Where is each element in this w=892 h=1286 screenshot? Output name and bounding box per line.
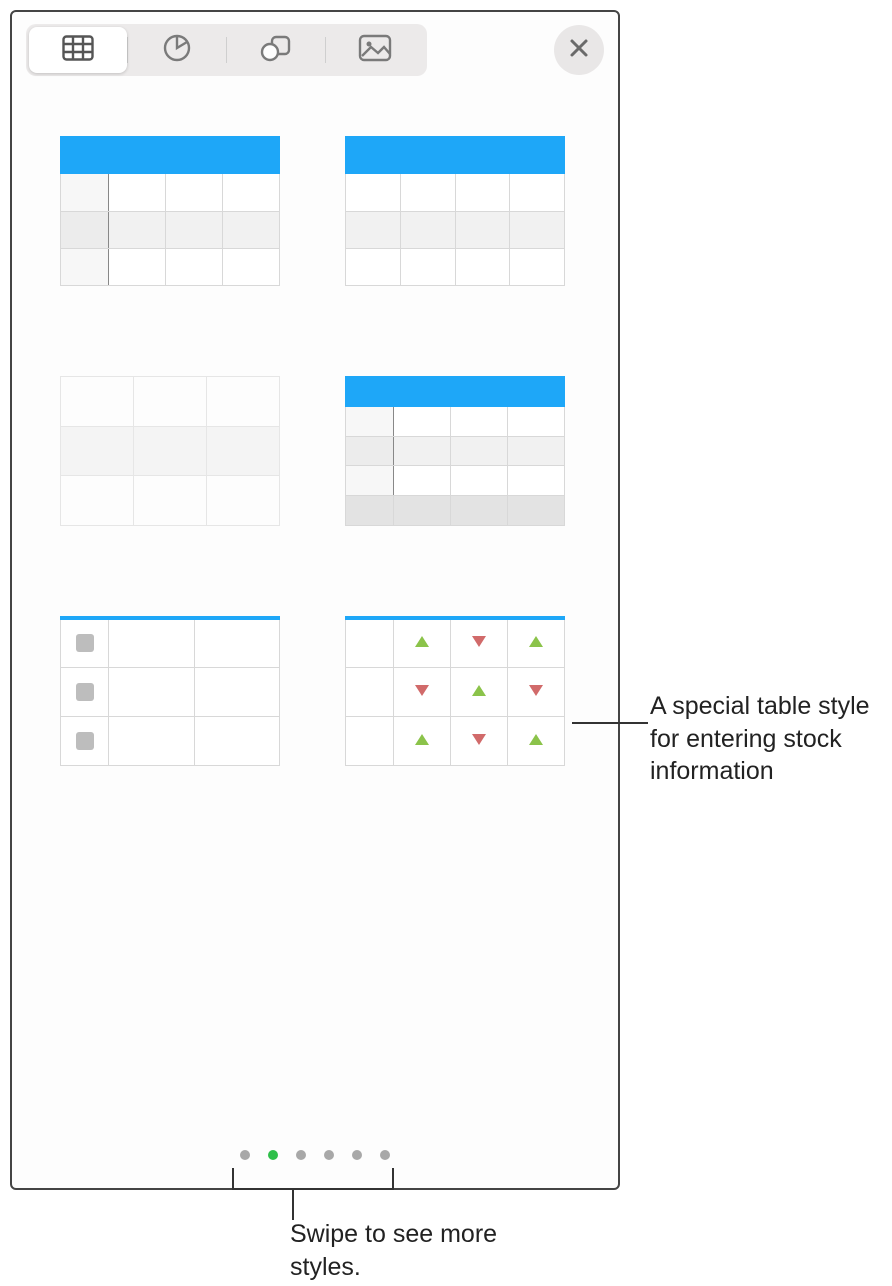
triangle-up-icon [472, 685, 486, 696]
page-dot-4[interactable] [324, 1150, 334, 1160]
table-style-stock[interactable] [345, 616, 565, 766]
table-icon [62, 35, 94, 66]
image-icon [358, 34, 392, 67]
page-dot-3[interactable] [296, 1150, 306, 1160]
callout-leader-line [572, 722, 648, 724]
page-dot-5[interactable] [352, 1150, 362, 1160]
triangle-up-icon [415, 636, 429, 647]
callout-leader-line [232, 1168, 234, 1190]
page-dot-2[interactable] [268, 1150, 278, 1160]
triangle-up-icon [415, 734, 429, 745]
callout-leader-line [292, 1190, 294, 1220]
table-styles-panel [10, 10, 620, 1190]
checkbox-icon [76, 634, 94, 652]
panel-toolbar [12, 12, 618, 86]
insert-category-segment [26, 24, 427, 76]
page-dot-1[interactable] [240, 1150, 250, 1160]
page-dot-6[interactable] [380, 1150, 390, 1160]
table-style-blue[interactable] [345, 136, 565, 286]
close-button[interactable] [554, 25, 604, 75]
checkbox-icon [76, 683, 94, 701]
table-style-blue-footer[interactable] [345, 376, 565, 526]
triangle-down-icon [472, 734, 486, 745]
triangle-down-icon [415, 685, 429, 696]
pagination-dots [240, 1150, 390, 1160]
table-style-plain[interactable] [60, 376, 280, 526]
triangle-up-icon [529, 734, 543, 745]
table-styles-grid [12, 86, 618, 766]
checkbox-icon [76, 732, 94, 750]
tab-shapes[interactable] [227, 27, 325, 73]
callout-stock-style: A special table style for entering stock… [650, 690, 885, 788]
close-icon [568, 37, 590, 64]
triangle-down-icon [529, 685, 543, 696]
callout-swipe-hint: Swipe to see more styles. [290, 1218, 550, 1283]
triangle-down-icon [472, 636, 486, 647]
tab-media[interactable] [326, 27, 424, 73]
piechart-icon [162, 33, 192, 68]
triangle-up-icon [529, 636, 543, 647]
table-style-checklist[interactable] [60, 616, 280, 766]
table-style-blue-rowcol[interactable] [60, 136, 280, 286]
shapes-icon [259, 33, 293, 68]
tab-tables[interactable] [29, 27, 127, 73]
callout-leader-line [392, 1168, 394, 1190]
tab-charts[interactable] [128, 27, 226, 73]
callout-leader-line [232, 1188, 392, 1190]
